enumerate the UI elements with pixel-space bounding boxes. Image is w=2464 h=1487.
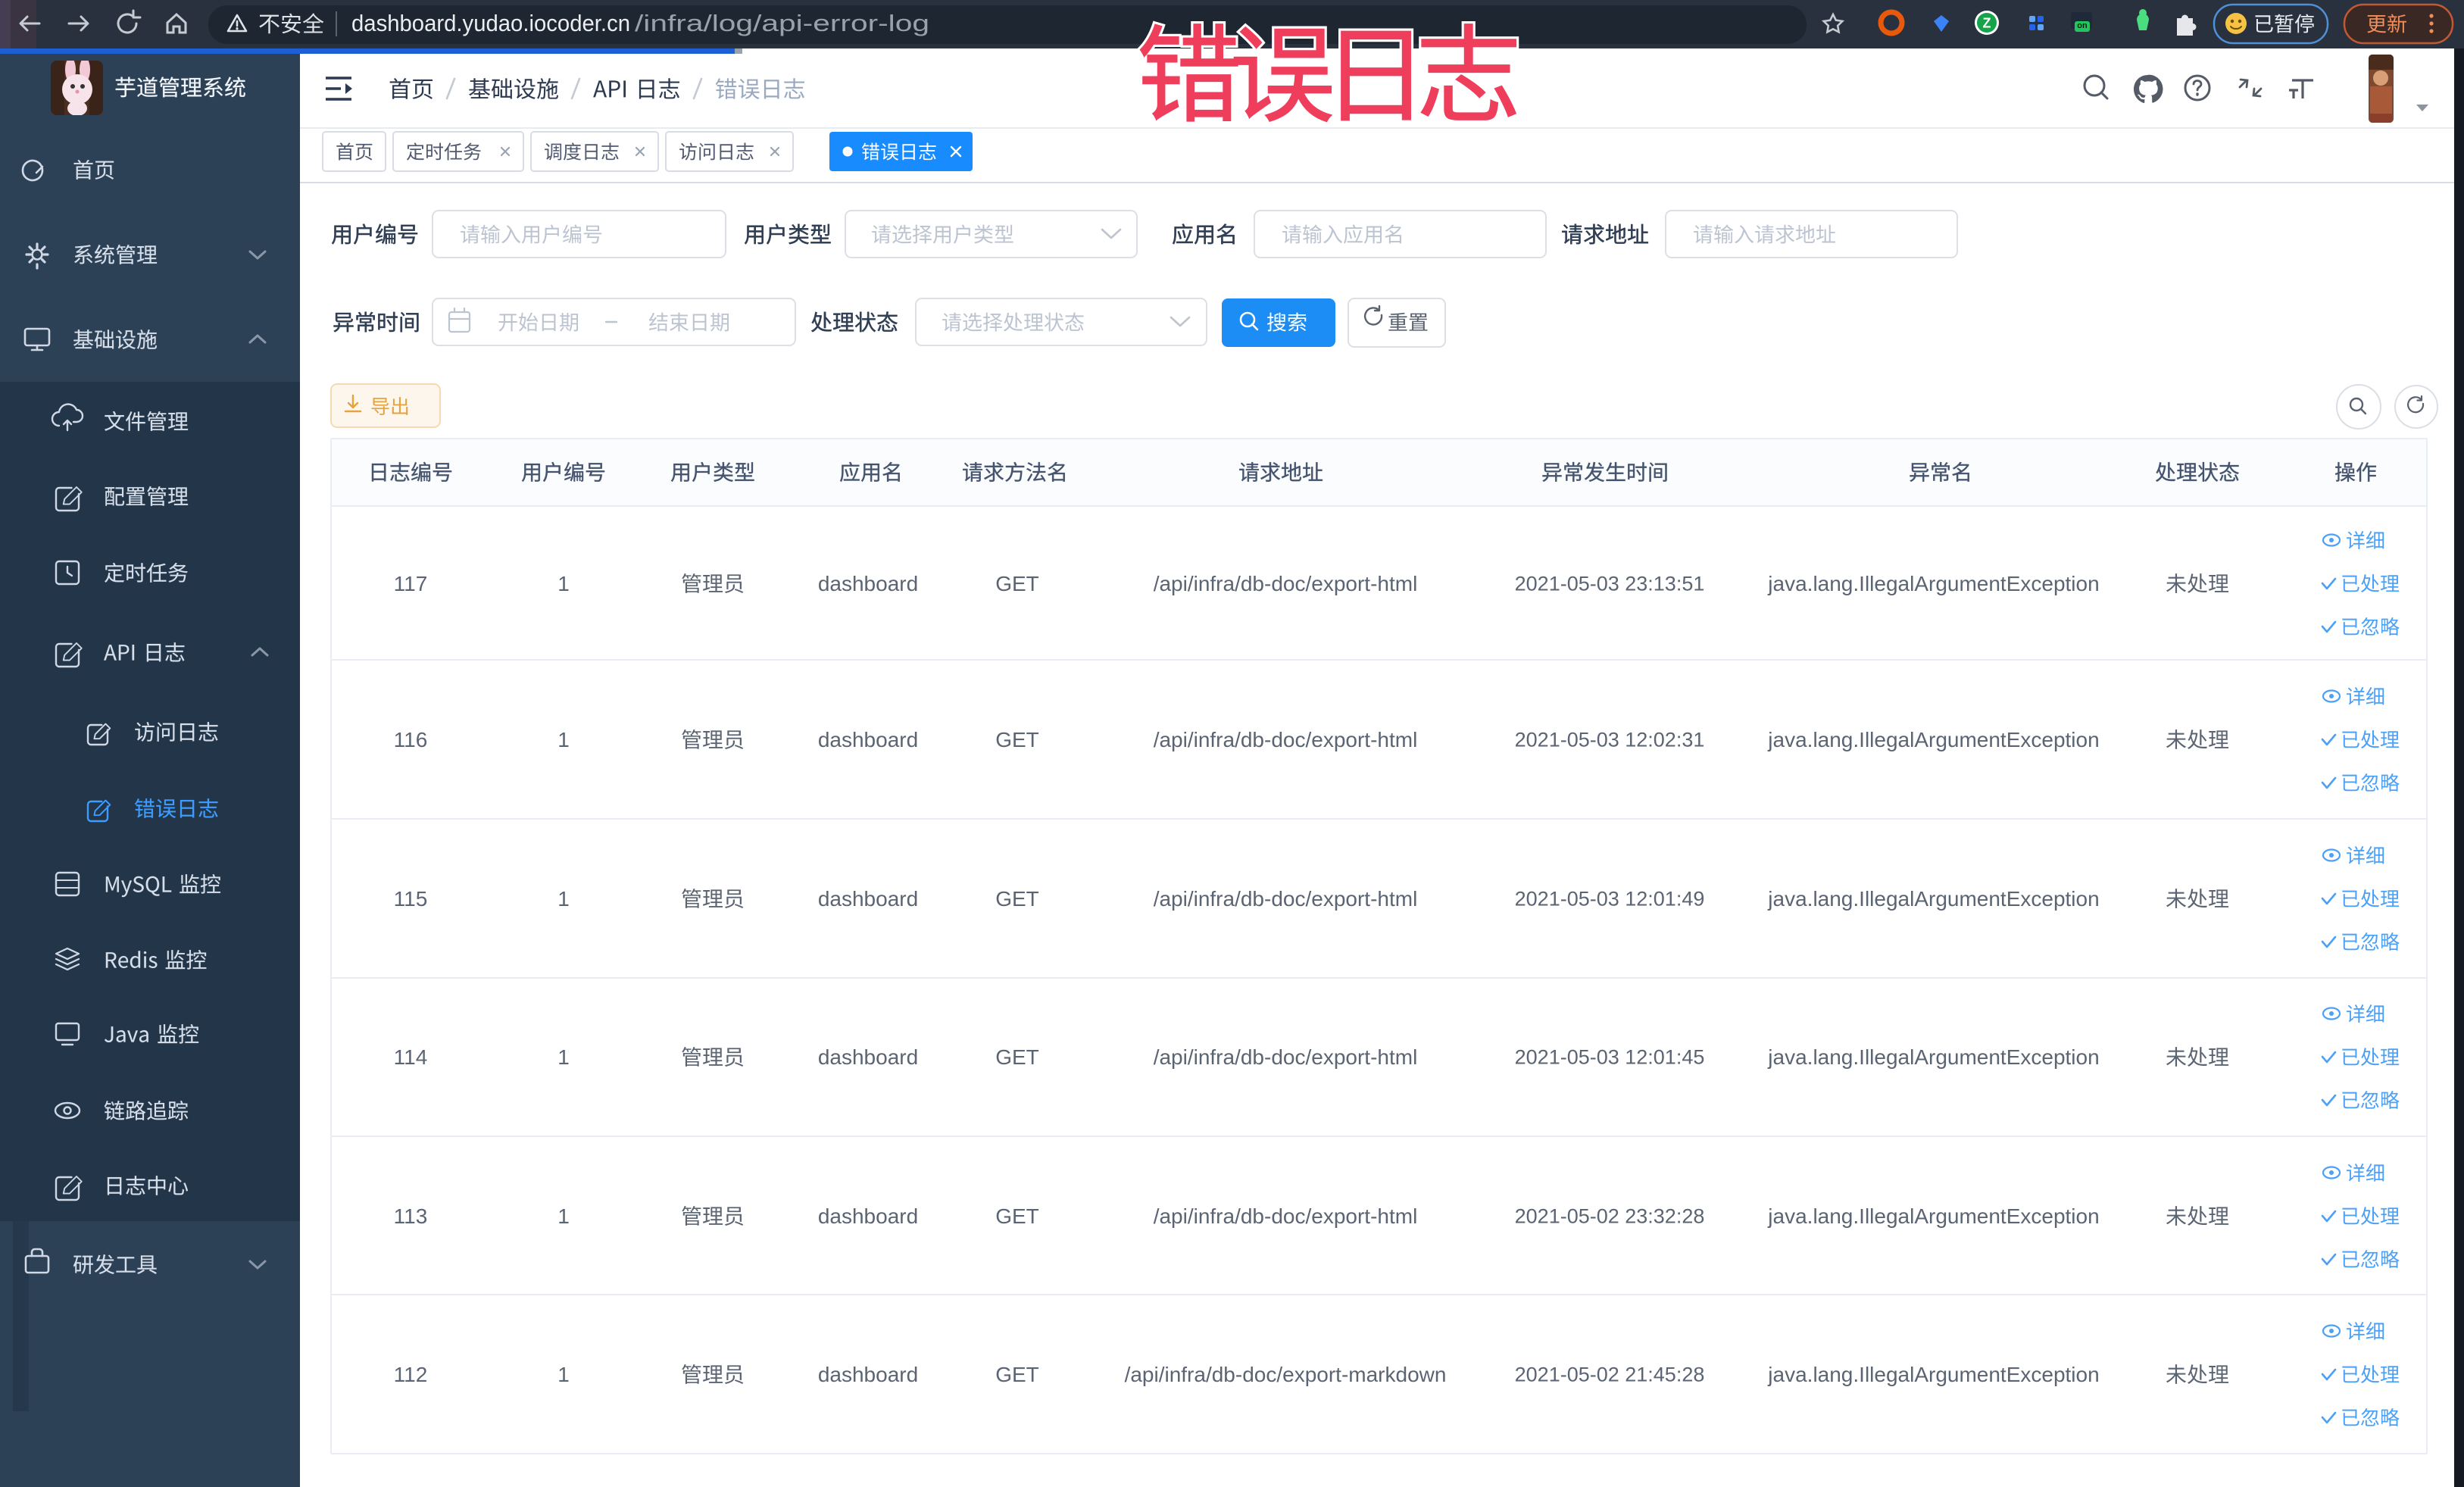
svg-text:1: 1 — [557, 728, 570, 751]
svg-text:java.lang.IllegalArgumentExcep: java.lang.IllegalArgumentException — [1767, 1045, 2099, 1069]
svg-text:115: 115 — [394, 887, 428, 911]
svg-text:1: 1 — [557, 887, 570, 911]
svg-text:/infra/log/api-error-log: /infra/log/api-error-log — [635, 10, 929, 36]
svg-text:dashboard: dashboard — [818, 1204, 918, 1228]
svg-text:GET: GET — [995, 887, 1039, 911]
svg-text:2021-05-03 23:13:51: 2021-05-03 23:13:51 — [1515, 573, 1705, 595]
svg-text:/api/infra/db-doc/export-html: /api/infra/db-doc/export-html — [1154, 887, 1418, 911]
svg-text:on: on — [2077, 21, 2088, 30]
svg-text:GET: GET — [995, 1045, 1039, 1069]
svg-text:GET: GET — [995, 572, 1039, 595]
svg-text:/api/infra/db-doc/export-html: /api/infra/db-doc/export-html — [1154, 1204, 1418, 1228]
svg-text:/api/infra/db-doc/export-markd: /api/infra/db-doc/export-markdown — [1125, 1363, 1447, 1386]
svg-text:1: 1 — [557, 1363, 570, 1386]
svg-text:dashboard.yudao.iocoder.cn: dashboard.yudao.iocoder.cn — [351, 10, 630, 36]
svg-text:dashboard: dashboard — [818, 1045, 918, 1069]
svg-text:java.lang.IllegalArgumentExcep: java.lang.IllegalArgumentException — [1767, 572, 2099, 595]
svg-text:1: 1 — [557, 1204, 570, 1228]
svg-text:/api/infra/db-doc/export-html: /api/infra/db-doc/export-html — [1154, 728, 1418, 751]
svg-text:dashboard: dashboard — [818, 728, 918, 751]
svg-text:112: 112 — [394, 1363, 428, 1386]
svg-text:java.lang.IllegalArgumentExcep: java.lang.IllegalArgumentException — [1767, 728, 2099, 751]
svg-text:116: 116 — [394, 728, 428, 751]
svg-text:java.lang.IllegalArgumentExcep: java.lang.IllegalArgumentException — [1767, 887, 2099, 911]
svg-text:1: 1 — [557, 1045, 570, 1069]
svg-text:dashboard: dashboard — [818, 887, 918, 911]
svg-text:GET: GET — [995, 728, 1039, 751]
svg-text:/api/infra/db-doc/export-html: /api/infra/db-doc/export-html — [1154, 1045, 1418, 1069]
svg-text:2021-05-03 12:01:45: 2021-05-03 12:01:45 — [1515, 1046, 1705, 1069]
svg-text:dashboard: dashboard — [818, 1363, 918, 1386]
svg-text:117: 117 — [394, 572, 428, 595]
svg-text:GET: GET — [995, 1363, 1039, 1386]
svg-text:java.lang.IllegalArgumentExcep: java.lang.IllegalArgumentException — [1767, 1363, 2099, 1386]
svg-text:/api/infra/db-doc/export-html: /api/infra/db-doc/export-html — [1154, 572, 1418, 595]
svg-text:2021-05-02 23:32:28: 2021-05-02 23:32:28 — [1515, 1205, 1705, 1228]
svg-text:2021-05-02 21:45:28: 2021-05-02 21:45:28 — [1515, 1364, 1705, 1386]
svg-text:1: 1 — [557, 572, 570, 595]
svg-text:GET: GET — [995, 1204, 1039, 1228]
svg-text:dashboard: dashboard — [818, 572, 918, 595]
svg-text:java.lang.IllegalArgumentExcep: java.lang.IllegalArgumentException — [1767, 1204, 2099, 1228]
svg-text:2021-05-03 12:01:49: 2021-05-03 12:01:49 — [1515, 888, 1705, 911]
svg-text:114: 114 — [394, 1045, 428, 1069]
svg-text:Z: Z — [1983, 16, 1991, 31]
svg-text:2021-05-03 12:02:31: 2021-05-03 12:02:31 — [1515, 729, 1705, 751]
svg-text:113: 113 — [394, 1204, 428, 1228]
